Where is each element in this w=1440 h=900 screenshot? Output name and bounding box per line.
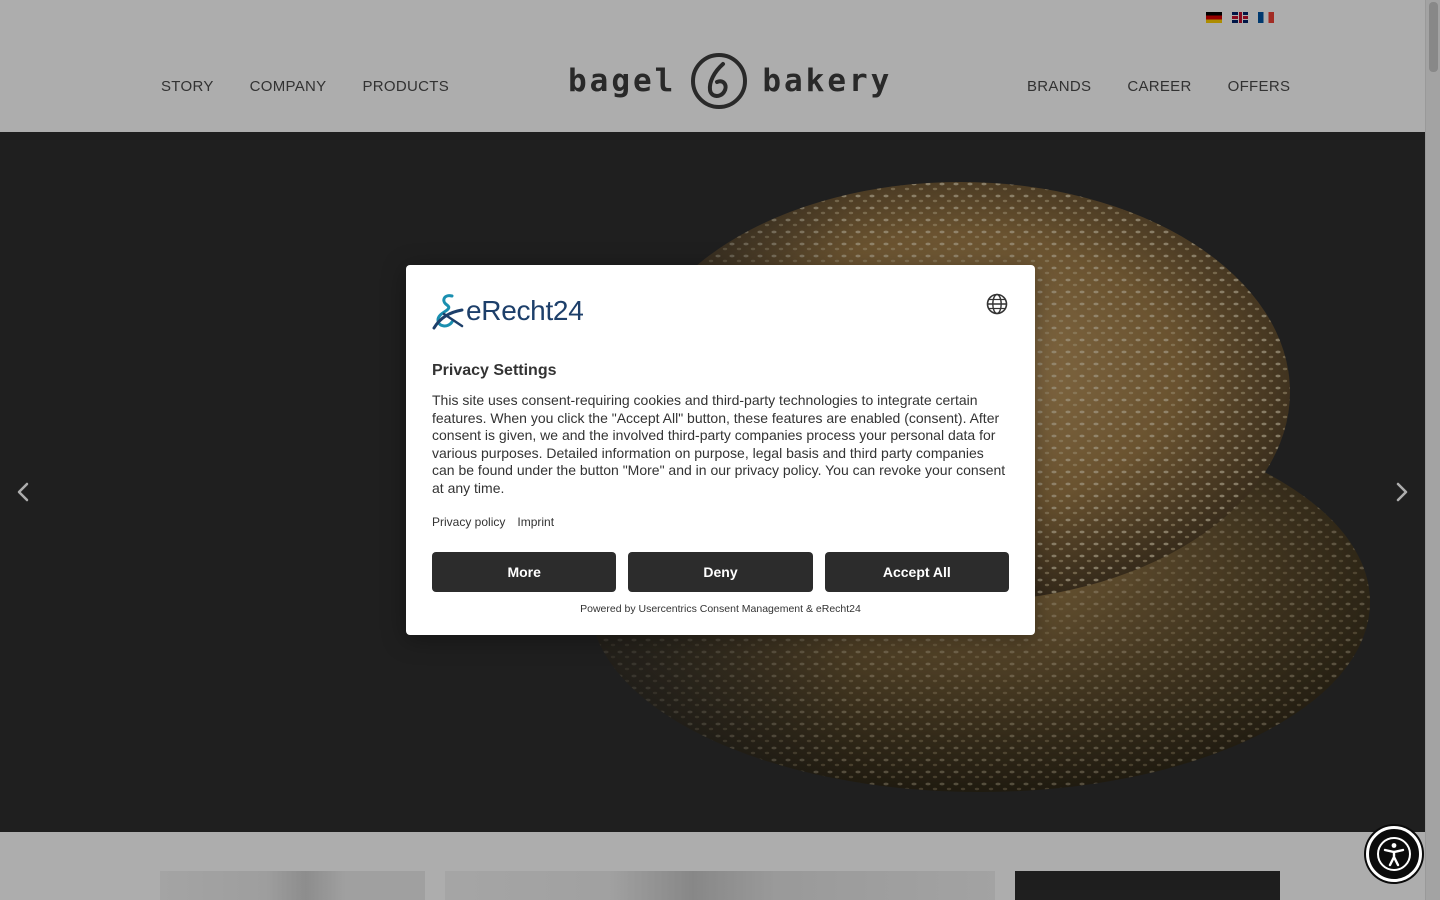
erecht24-wordmark: eRecht24 xyxy=(466,295,584,326)
consent-title: Privacy Settings xyxy=(432,362,557,379)
erecht24-logo: eRecht24 xyxy=(432,291,1009,331)
accessibility-widget-button[interactable] xyxy=(1366,826,1422,882)
consent-links: Privacy policy Imprint xyxy=(432,515,1009,529)
deny-button[interactable]: Deny xyxy=(628,551,813,592)
erecht24-mark-icon xyxy=(432,294,464,330)
accept-all-button[interactable]: Accept All xyxy=(824,551,1009,592)
globe-icon[interactable] xyxy=(986,293,1008,315)
privacy-policy-link[interactable]: Privacy policy xyxy=(432,515,505,529)
more-button[interactable]: More xyxy=(432,551,617,592)
consent-description: This site uses consent-requiring cookies… xyxy=(432,392,1006,496)
consent-buttons: More Deny Accept All xyxy=(432,551,1009,592)
powered-by-text: Powered by Usercentrics Consent Manageme… xyxy=(580,602,861,615)
accessibility-icon xyxy=(1377,837,1411,871)
imprint-link[interactable]: Imprint xyxy=(517,515,554,529)
consent-dialog: eRecht24 Privacy Settings This site uses… xyxy=(406,265,1035,635)
